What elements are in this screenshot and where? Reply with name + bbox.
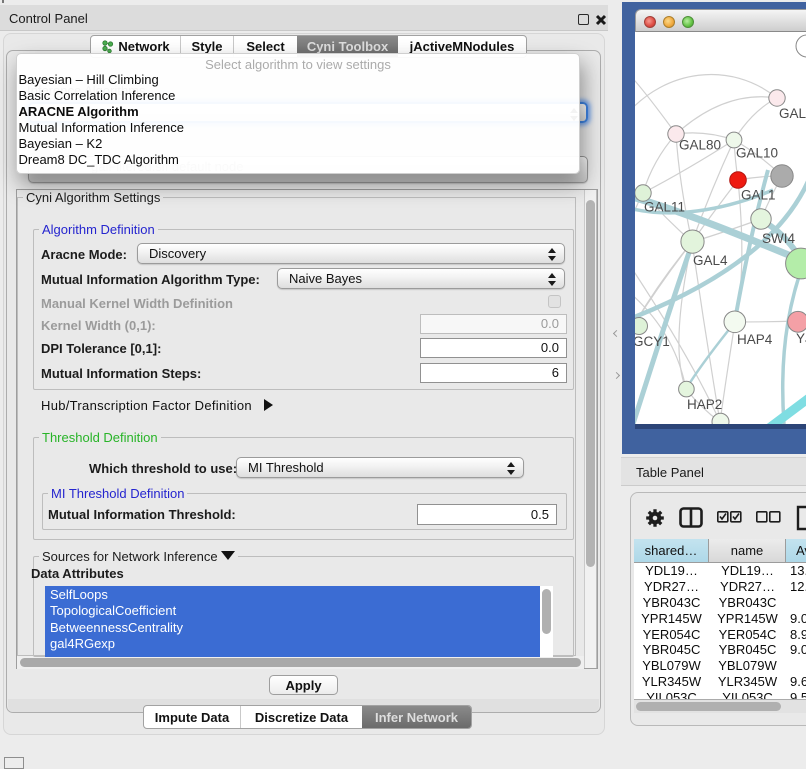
svg-text:GCY1: GCY1 [635, 334, 670, 349]
svg-text:SWI4: SWI4 [762, 231, 795, 246]
svg-text:YJL: YJL [796, 331, 806, 346]
svg-text:HAP2: HAP2 [687, 397, 722, 412]
svg-text:HAP4: HAP4 [737, 332, 773, 347]
svg-text:GAL4: GAL4 [693, 253, 728, 268]
svg-text:GAL10: GAL10 [736, 146, 778, 161]
svg-text:GAL1: GAL1 [741, 187, 776, 202]
svg-text:GAL7: GAL7 [779, 106, 806, 121]
svg-text:GAL80: GAL80 [679, 138, 721, 153]
svg-text:GAL11: GAL11 [644, 200, 685, 215]
